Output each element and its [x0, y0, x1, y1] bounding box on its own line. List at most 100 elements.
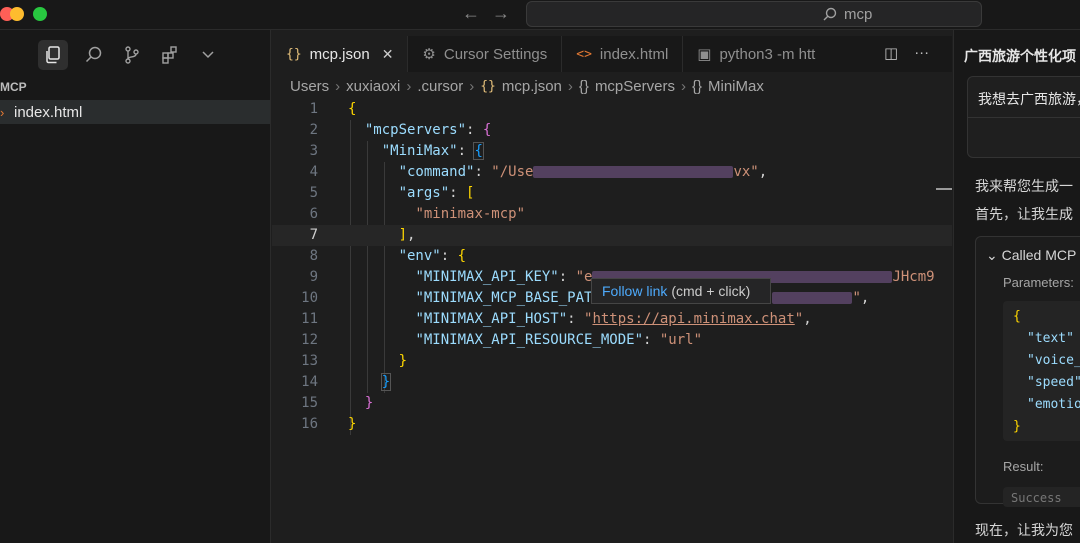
- code-line: {: [1013, 309, 1021, 324]
- mcp-card-header[interactable]: ⌄ Called MCP: [986, 247, 1076, 264]
- breadcrumb-item[interactable]: .cursor: [417, 78, 463, 95]
- tab-actions: ◫ ···: [884, 44, 929, 62]
- follow-link-tooltip: Follow link (cmd + click): [591, 278, 771, 304]
- api-host-link[interactable]: https://api.minimax.chat: [592, 311, 794, 327]
- code-line: "speed": [1027, 375, 1080, 390]
- object-icon: {}: [691, 78, 702, 95]
- back-arrow-icon[interactable]: ←: [462, 3, 480, 24]
- scrollbar-marker[interactable]: [936, 188, 952, 190]
- json-key: "MINIMAX_API_RESOURCE_MODE": [415, 332, 644, 348]
- chevron-right-icon: ›: [567, 78, 573, 95]
- code-line: 4 "command": "/Use vx",: [272, 162, 952, 183]
- parameters-code: { "text" "voice_ "speed" "emotio }: [1003, 301, 1080, 441]
- html-file-icon: <>: [576, 46, 592, 62]
- line-number: 9: [309, 269, 318, 285]
- code-line: 11 "MINIMAX_API_HOST": "https://api.mini…: [272, 309, 952, 330]
- user-message-text: 我想去广西旅游，: [978, 91, 1080, 107]
- line-number: 16: [301, 416, 318, 432]
- breadcrumb-item[interactable]: Users: [290, 78, 329, 95]
- code-editor[interactable]: 1{ 2 "mcpServers": { 3 "MiniMax": { 4 "c…: [272, 99, 952, 543]
- code-line: 1{: [272, 99, 952, 120]
- line-number: 11: [301, 311, 318, 327]
- explorer-icon[interactable]: [38, 40, 68, 70]
- line-number: 3: [309, 143, 318, 159]
- tab-mcp-json[interactable]: {} mcp.json ✕: [272, 36, 409, 72]
- code-line: "text": [1027, 331, 1074, 346]
- tab-cursor-settings[interactable]: ⚙ Cursor Settings: [408, 36, 563, 72]
- chevron-down-icon[interactable]: [196, 43, 220, 67]
- breadcrumb: Users › xuxiaoxi › .cursor › {} mcp.json…: [290, 78, 764, 95]
- code-line: 12 "MINIMAX_API_RESOURCE_MODE": "url": [272, 330, 952, 351]
- object-icon: {}: [578, 78, 589, 95]
- file-name: index.html: [14, 103, 83, 121]
- json-value: "minimax-mcp": [415, 206, 526, 222]
- search-sidebar-icon[interactable]: [82, 43, 106, 67]
- code-line: 14 }: [272, 372, 952, 393]
- result-text: Success: [1003, 487, 1080, 507]
- line-number: 13: [301, 353, 318, 369]
- chevron-right-icon: ›: [406, 78, 412, 95]
- tab-label: Cursor Settings: [443, 45, 548, 63]
- sidebar: MCP › index.html: [0, 30, 271, 543]
- json-key: "mcpServers": [364, 122, 467, 138]
- tab-index-html[interactable]: <> index.html: [562, 36, 684, 72]
- extensions-icon[interactable]: [158, 43, 182, 67]
- file-item-index-html[interactable]: › index.html: [0, 100, 270, 124]
- result-label: Result:: [1003, 459, 1044, 474]
- minimize-window-button[interactable]: [10, 7, 24, 21]
- json-key: "env": [398, 248, 441, 264]
- code-line: 16}: [272, 414, 952, 435]
- assistant-text: 我来帮您生成一: [975, 178, 1073, 194]
- code-line: 5 "args": [: [272, 183, 952, 204]
- code-line: 6 "minimax-mcp": [272, 204, 952, 225]
- forward-arrow-icon[interactable]: →: [492, 3, 510, 24]
- follow-link[interactable]: Follow link: [602, 283, 667, 299]
- line-number: 12: [301, 332, 318, 348]
- mcp-card-title: Called MCP: [1001, 247, 1077, 263]
- title-bar: ← → mcp: [0, 0, 1080, 30]
- assistant-text: 首先，让我生成: [975, 206, 1073, 222]
- json-key: "args": [398, 185, 450, 201]
- json-file-icon: {}: [286, 46, 302, 62]
- breadcrumb-item[interactable]: mcp.json: [502, 78, 562, 95]
- line-number: 5: [309, 185, 318, 201]
- redacted-text: [772, 292, 853, 304]
- user-message-bubble[interactable]: 我想去广西旅游，: [967, 76, 1080, 158]
- line-number: 6: [309, 206, 318, 222]
- tab-label: index.html: [599, 45, 669, 63]
- code-line: "emotio: [1027, 397, 1080, 412]
- chat-title: 广西旅游个性化项: [964, 48, 1076, 64]
- more-actions-icon[interactable]: ···: [914, 44, 929, 62]
- chevron-right-icon: ›: [335, 78, 341, 95]
- json-value: "url": [659, 332, 703, 348]
- line-number: 2: [309, 122, 318, 138]
- json-key: "command": [398, 164, 475, 180]
- line-number: 7: [309, 227, 318, 243]
- search-icon: [823, 7, 837, 20]
- source-control-icon[interactable]: [120, 43, 144, 67]
- tab-label: mcp.json: [309, 45, 370, 63]
- chevron-right-icon: ›: [469, 78, 475, 95]
- divider: [968, 117, 1080, 118]
- tab-terminal-python[interactable]: ▣ python3 -m htt: [683, 36, 829, 72]
- line-number: 4: [309, 164, 318, 180]
- tooltip-hint: (cmd + click): [671, 283, 751, 299]
- code-line: }: [1013, 419, 1021, 434]
- json-file-icon: {}: [480, 79, 496, 94]
- chevron-right-icon: ›: [680, 78, 686, 95]
- json-key: "MINIMAX_API_HOST": [415, 311, 568, 327]
- terminal-icon: ▣: [697, 46, 712, 63]
- split-editor-icon[interactable]: ◫: [884, 44, 898, 62]
- breadcrumb-item[interactable]: mcpServers: [595, 78, 675, 95]
- command-search-box[interactable]: mcp: [526, 1, 982, 27]
- json-key: "MINIMAX_MCP_BASE_PAT: [415, 290, 593, 306]
- zoom-window-button[interactable]: [33, 7, 47, 21]
- breadcrumb-item[interactable]: MiniMax: [708, 78, 764, 95]
- close-icon[interactable]: ✕: [382, 46, 394, 63]
- parameters-label: Parameters:: [1003, 275, 1074, 290]
- breadcrumb-item[interactable]: xuxiaoxi: [346, 78, 400, 95]
- json-value: "e: [575, 269, 593, 285]
- chevron-right-icon: ›: [0, 104, 5, 120]
- mcp-call-card[interactable]: ⌄ Called MCP Parameters: { "text" "voice…: [975, 236, 1080, 507]
- editor-tabs: {} mcp.json ✕ ⚙ Cursor Settings <> index…: [272, 36, 952, 72]
